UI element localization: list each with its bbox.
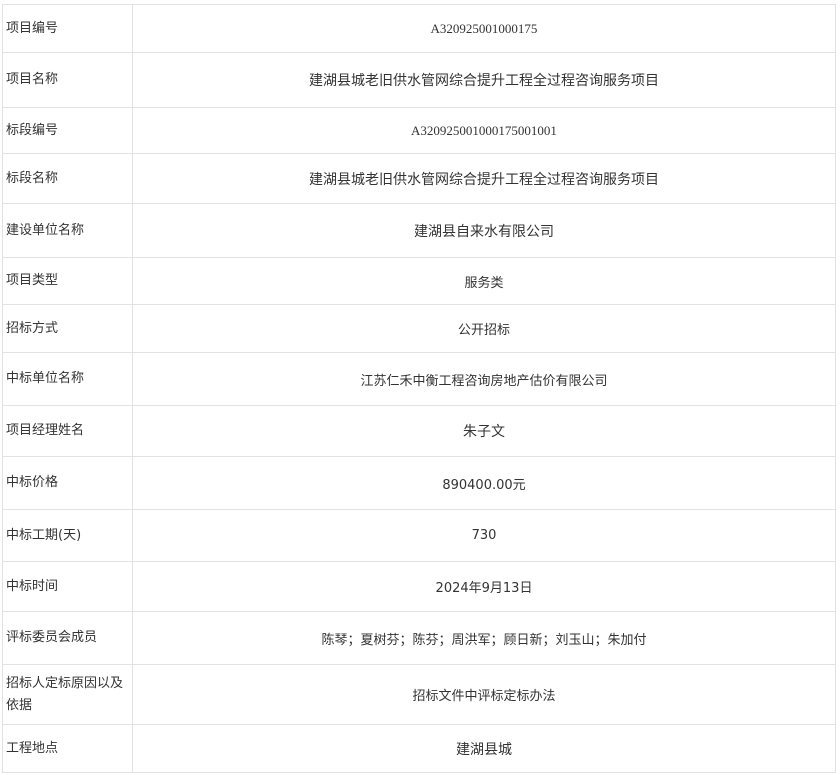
page: 项目编号 A320925001000175 项目名称 建湖县城老旧供水管网综合提… [0,0,840,773]
table-row-project-name: 项目名称 建湖县城老旧供水管网综合提升工程全过程咨询服务项目 [2,52,836,108]
project-number-value: A320925001000175 [132,4,836,53]
row-label: 中标价格 [2,456,133,510]
project-name-value: 建湖县城老旧供水管网综合提升工程全过程咨询服务项目 [132,52,836,108]
row-label: 评标委员会成员 [2,611,133,665]
builder-value: 建湖县自来水有限公司 [132,203,836,258]
table-row-project-type: 项目类型 服务类 [2,257,836,305]
table-row-builder: 建设单位名称 建湖县自来水有限公司 [2,203,836,258]
row-label: 工程地点 [2,724,133,773]
row-label: 项目经理姓名 [2,405,133,457]
duration-value: 730 [132,509,836,562]
project-type-value: 服务类 [132,257,836,305]
row-label: 招标方式 [2,304,133,353]
tender-method-value: 公开招标 [132,304,836,353]
price-value: 890400.00元 [132,456,836,510]
section-name-value: 建湖县城老旧供水管网综合提升工程全过程咨询服务项目 [132,153,836,204]
row-label: 项目类型 [2,257,133,305]
award-date-value: 2024年9月13日 [132,561,836,612]
row-label: 建设单位名称 [2,203,133,258]
table-row-section-number: 标段编号 A320925001000175001001 [2,107,836,154]
row-label: 招标人定标原因以及依据 [2,664,133,725]
committee-value: 陈琴；夏树芬；陈芬；周洪军；顾日新；刘玉山；朱加付 [132,611,836,665]
table-row-tender-method: 招标方式 公开招标 [2,304,836,353]
row-label: 中标工期(天) [2,509,133,562]
table-row-duration: 中标工期(天) 730 [2,509,836,562]
table-row-project-number: 项目编号 A320925001000175 [2,4,836,53]
table-row-section-name: 标段名称 建湖县城老旧供水管网综合提升工程全过程咨询服务项目 [2,153,836,204]
table-row-winner: 中标单位名称 江苏仁禾中衡工程咨询房地产估价有限公司 [2,352,836,406]
table-row-price: 中标价格 890400.00元 [2,456,836,510]
manager-value: 朱子文 [132,405,836,457]
row-label: 项目编号 [2,4,133,53]
row-label: 标段编号 [2,107,133,154]
table-row-manager: 项目经理姓名 朱子文 [2,405,836,457]
row-label: 中标单位名称 [2,352,133,406]
table-row-committee: 评标委员会成员 陈琴；夏树芬；陈芬；周洪军；顾日新；刘玉山；朱加付 [2,611,836,665]
table-row-award-date: 中标时间 2024年9月13日 [2,561,836,612]
row-label: 项目名称 [2,52,133,108]
project-info-table: 项目编号 A320925001000175 项目名称 建湖县城老旧供水管网综合提… [2,4,836,773]
row-label: 标段名称 [2,153,133,204]
row-label: 中标时间 [2,561,133,612]
winner-value: 江苏仁禾中衡工程咨询房地产估价有限公司 [132,352,836,406]
section-number-value: A320925001000175001001 [132,107,836,154]
basis-value: 招标文件中评标定标办法 [132,664,836,725]
table-row-basis: 招标人定标原因以及依据 招标文件中评标定标办法 [2,664,836,725]
table-row-location: 工程地点 建湖县城 [2,724,836,773]
location-value: 建湖县城 [132,724,836,773]
